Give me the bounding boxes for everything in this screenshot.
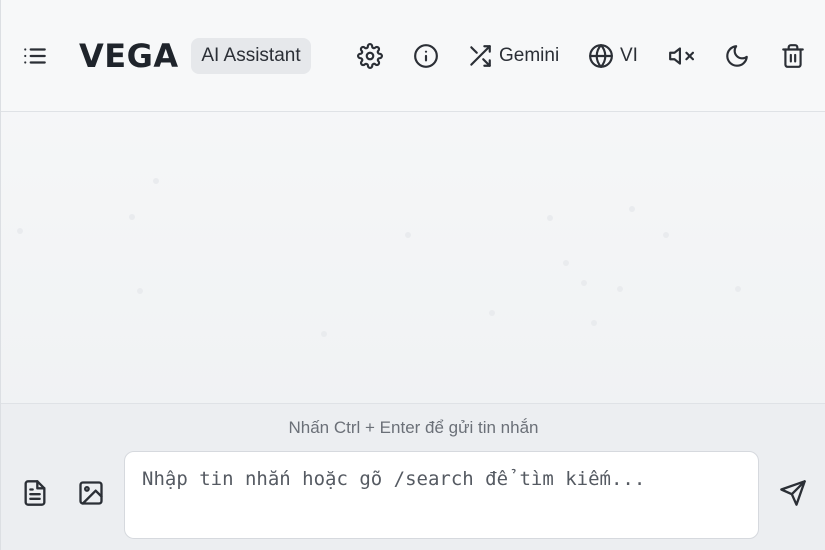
send-hint: Nhấn Ctrl + Enter để gửi tin nhắn <box>288 418 539 437</box>
background-particle <box>137 288 143 294</box>
background-particle <box>405 232 411 238</box>
moon-icon[interactable] <box>722 38 752 74</box>
globe-icon <box>589 44 613 68</box>
info-icon[interactable] <box>411 38 441 74</box>
image-icon[interactable] <box>76 478 106 508</box>
background-particle <box>581 280 587 286</box>
gear-icon[interactable] <box>355 38 385 74</box>
list-icon[interactable] <box>21 38 49 74</box>
background-particle <box>629 206 635 212</box>
message-input[interactable] <box>124 451 759 539</box>
composer-footer: Nhấn Ctrl + Enter để gửi tin nhắn <box>1 403 825 550</box>
background-particle <box>153 178 159 184</box>
background-particle <box>489 310 495 316</box>
background-particle <box>663 232 669 238</box>
assistant-badge: AI Assistant <box>191 38 311 74</box>
background-particle <box>547 215 553 221</box>
chat-messages-area <box>1 112 825 404</box>
app-window: VEGA AI Assistant Gemini VI Nhấn Ctrl + … <box>0 0 825 550</box>
header-bar: VEGA AI Assistant Gemini VI <box>1 0 825 112</box>
background-particle <box>129 214 135 220</box>
file-text-icon[interactable] <box>20 478 50 508</box>
model-selector-button[interactable]: Gemini <box>467 38 561 74</box>
app-logo: VEGA <box>79 37 179 75</box>
language-label: VI <box>620 45 638 66</box>
send-icon[interactable] <box>778 478 808 508</box>
background-particle <box>321 331 327 337</box>
background-particle <box>617 286 623 292</box>
background-particle <box>735 286 741 292</box>
trash-icon[interactable] <box>778 38 808 74</box>
language-button[interactable]: VI <box>588 38 640 74</box>
background-particle <box>17 228 23 234</box>
background-particle <box>563 260 569 266</box>
model-label: Gemini <box>499 45 560 66</box>
volume-mute-icon[interactable] <box>666 38 696 74</box>
shuffle-icon <box>470 45 491 67</box>
background-particle <box>591 320 597 326</box>
